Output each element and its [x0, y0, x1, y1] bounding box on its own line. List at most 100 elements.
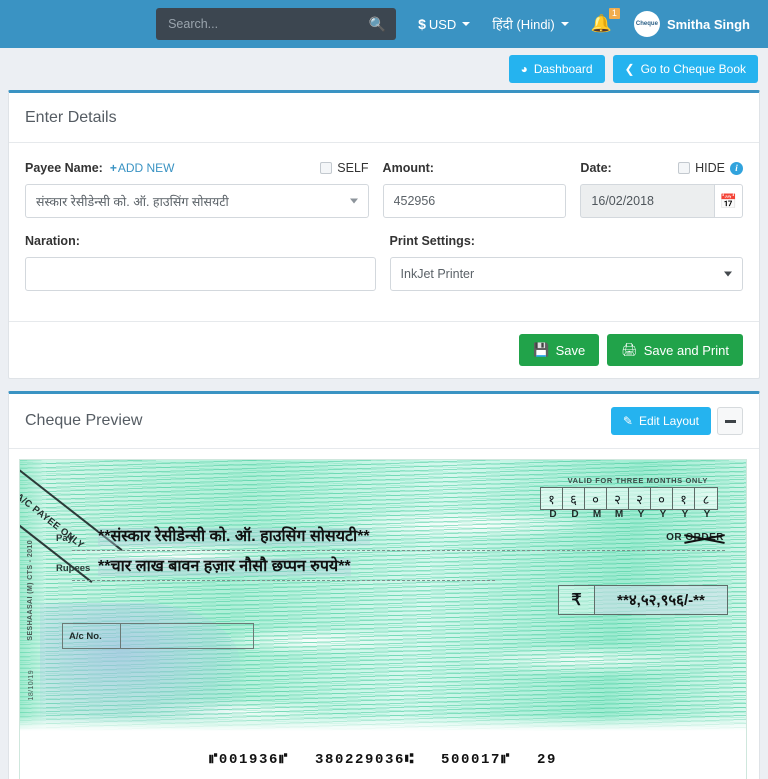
form-row-2: Naration: Print Settings: [25, 232, 743, 291]
naration-label: Naration: [25, 234, 80, 248]
cheque-image[interactable]: SESHAASAI (M) CTS - 2010 18/10/19 SI R A… [19, 459, 747, 779]
save-and-print-button[interactable]: 🖨 Save and Print [607, 334, 743, 366]
add-new-payee-label: ADD NEW [117, 161, 175, 175]
self-label: SELF [337, 161, 369, 175]
search-icon[interactable]: 🔍 [369, 17, 386, 31]
floppy-disk-icon: 💾 [533, 342, 550, 357]
amount-input[interactable] [382, 184, 567, 218]
form-row-1: Payee Name: +ADD NEW SELF संस्कार रेसीडे… [25, 159, 743, 218]
micr-code: 380229036⑆ [314, 752, 415, 768]
user-menu[interactable]: Cheque Smitha Singh [633, 11, 750, 37]
enter-details-panel: Enter Details Payee Name: +ADD NEW SELF [8, 90, 760, 379]
date-digit: ६ [563, 488, 585, 509]
chevron-left-icon: ❮ [624, 62, 635, 76]
notifications-button[interactable]: 🔔 1 [591, 7, 620, 34]
calendar-icon[interactable]: 📅 [713, 184, 743, 218]
date-label-char: M [614, 509, 624, 520]
plus-icon: + [109, 161, 117, 175]
cheque-preview-header: Cheque Preview ✎ Edit Layout [9, 394, 759, 449]
cheque-date-boxes: १ ६ ० २ २ ० १ ८ [540, 487, 718, 510]
cheque-rupees-row: Rupees **चार लाख बावन हज़ार नौसौ छप्पन र… [56, 558, 726, 577]
or-order-text: OR ORDER [666, 532, 724, 543]
cheque-validity-text: VALID FOR THREE MONTHS ONLY [567, 476, 708, 485]
enter-details-title: Enter Details [25, 108, 117, 126]
or-prefix: OR [666, 532, 686, 543]
action-bar: ◕ Dashboard ❮ Go to Cheque Book [0, 48, 768, 90]
top-navbar: 🔍 $ USD हिंदी (Hindi) 🔔 1 Cheque Smitha … [0, 0, 768, 48]
date-field-group: Date: HIDE i 📅 [580, 159, 743, 218]
cheque-account-no-box: A/c No. [62, 623, 254, 649]
cheque-amount-value: **४,५२,९५६/-** [595, 586, 727, 614]
save-and-print-label: Save and Print [643, 342, 729, 358]
enter-details-body: Payee Name: +ADD NEW SELF संस्कार रेसीडे… [9, 143, 759, 321]
info-icon[interactable]: i [730, 161, 743, 175]
print-settings-select[interactable] [389, 257, 743, 291]
pay-line-rule [72, 550, 726, 551]
cheque-preview-panel: Cheque Preview ✎ Edit Layout SESHAASAI (… [8, 391, 760, 779]
dashboard-button-label: Dashboard [533, 62, 593, 76]
naration-field-group: Naration: [25, 232, 376, 291]
self-checkbox[interactable] [320, 162, 333, 174]
notification-badge: 1 [608, 7, 620, 19]
edit-layout-button[interactable]: ✎ Edit Layout [610, 407, 711, 435]
self-checkbox-group[interactable]: SELF [320, 161, 369, 175]
language-label: हिंदी (Hindi) [492, 17, 555, 32]
cheque-vertical-text-date: 18/10/19 [28, 670, 35, 701]
date-label-char: Y [659, 509, 667, 520]
account-no-label: A/c No. [63, 624, 121, 648]
naration-label-row: Naration: [25, 232, 376, 250]
language-selector[interactable]: हिंदी (Hindi) [492, 15, 569, 33]
cheque-date-labels: D D M M Y Y Y Y [542, 509, 718, 520]
currency-symbol: $ [418, 16, 426, 32]
save-button-label: Save [555, 342, 586, 358]
micr-account-code: 500017⑈ [441, 752, 512, 768]
print-settings-select-wrap[interactable] [389, 257, 743, 291]
amount-label-row: Amount: [383, 159, 567, 177]
add-new-payee-link[interactable]: +ADD NEW [110, 161, 175, 175]
date-digit: ० [651, 488, 673, 509]
pay-value: **संस्कार रेसीडेन्सी को. ऑ. हाउसिंग सोसय… [98, 528, 370, 547]
printer-icon: 🖨 [621, 342, 638, 357]
search-input[interactable] [166, 16, 369, 32]
payee-field-group: Payee Name: +ADD NEW SELF [25, 159, 369, 218]
print-settings-group: Print Settings: [389, 232, 743, 291]
date-input-group: 📅 [580, 184, 743, 218]
date-label-row: Date: HIDE i [580, 159, 743, 177]
rupee-symbol-icon: ₹ [559, 586, 595, 614]
naration-input[interactable] [25, 257, 376, 291]
currency-selector[interactable]: $ USD [418, 16, 471, 32]
chevron-down-icon [462, 22, 471, 26]
hide-checkbox-group[interactable]: HIDE [678, 161, 725, 175]
amount-label: Amount: [382, 161, 434, 175]
minimize-panel-button[interactable] [717, 407, 743, 435]
date-input[interactable] [580, 184, 714, 218]
account-no-value [121, 624, 253, 648]
hide-checkbox[interactable] [678, 162, 691, 174]
enter-details-header: Enter Details [9, 93, 759, 143]
chevron-down-icon [560, 22, 569, 26]
date-label-char: Y [703, 509, 711, 520]
minus-icon [724, 419, 736, 423]
cheque-bottom-fade [20, 715, 746, 731]
payee-select[interactable] [25, 184, 369, 218]
cheque-amount-box: ₹ **४,५२,९५६/-** [558, 585, 728, 615]
dashboard-button[interactable]: ◕ Dashboard [508, 55, 605, 83]
user-name: Smitha Singh [666, 16, 750, 32]
date-digit: १ [541, 488, 563, 509]
save-button[interactable]: 💾 Save [519, 334, 600, 366]
date-label-char: M [592, 509, 602, 520]
cheque-preview-body: SESHAASAI (M) CTS - 2010 18/10/19 SI R A… [9, 449, 759, 779]
enter-details-footer: 💾 Save 🖨 Save and Print [9, 321, 759, 378]
date-label: Date: [580, 161, 612, 175]
date-digit: २ [629, 488, 651, 509]
payee-select-wrap[interactable] [25, 184, 369, 218]
date-label-char: Y [681, 509, 689, 520]
date-digit: ८ [702, 491, 710, 507]
rupees-line-rule [72, 580, 496, 581]
rupees-value: **चार लाख बावन हज़ार नौसौ छप्पन रुपये** [98, 558, 351, 577]
micr-cheque-number: ⑈001936⑈ [208, 752, 289, 768]
search-box[interactable]: 🔍 [156, 8, 397, 40]
date-digit: १ [673, 488, 695, 509]
order-struck-text: ORDER [685, 532, 724, 543]
go-to-cheque-book-button[interactable]: ❮ Go to Cheque Book [612, 55, 758, 83]
